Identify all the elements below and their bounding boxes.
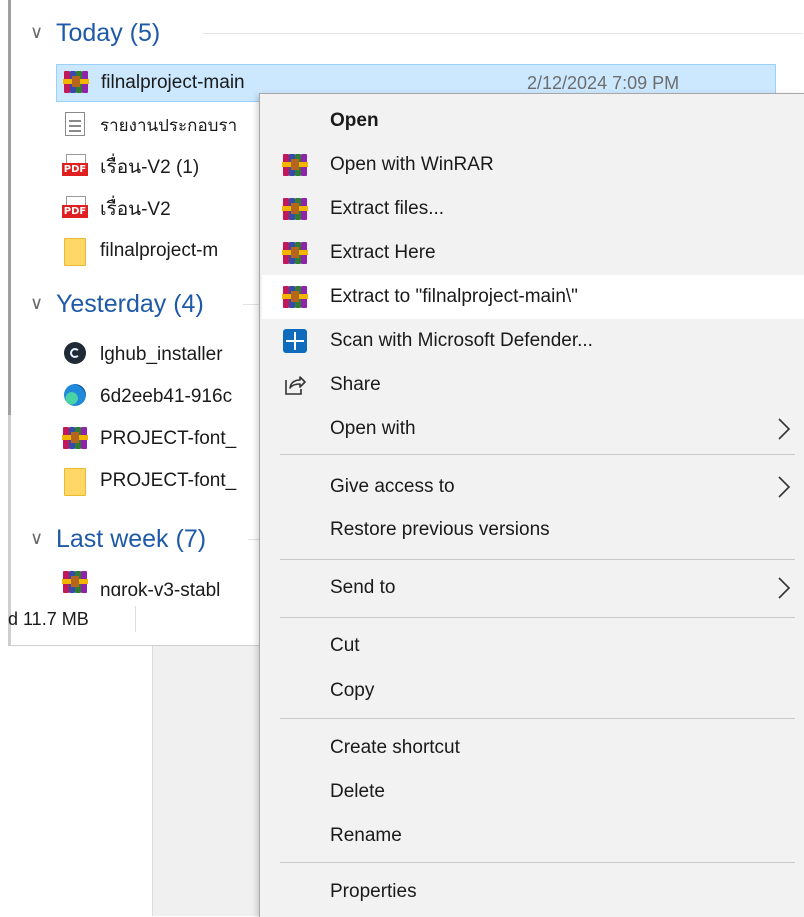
share-icon bbox=[282, 373, 308, 397]
menu-item-label: Open with WinRAR bbox=[330, 154, 494, 175]
winrar-icon bbox=[282, 285, 308, 309]
menu-item-label: Properties bbox=[330, 881, 417, 902]
menu-item-copy[interactable]: Copy bbox=[262, 669, 804, 713]
chevron-down-icon: ∨ bbox=[30, 527, 44, 548]
context-menu: Open Open with WinRAR Extract files... E… bbox=[259, 93, 804, 917]
file-name: ngrok-v3-stabl bbox=[100, 580, 221, 596]
winrar-icon bbox=[62, 426, 92, 452]
file-name: รายงานประกอบรา bbox=[100, 115, 238, 135]
file-date: 2/12/2024 7:09 PM bbox=[527, 72, 680, 93]
group-label: Today (5) bbox=[56, 18, 161, 47]
menu-item-extract-to[interactable]: Extract to "filnalproject-main\" bbox=[262, 275, 804, 319]
menu-item-label: Restore previous versions bbox=[330, 519, 550, 540]
menu-item-restore-versions[interactable]: Restore previous versions bbox=[262, 508, 804, 552]
menu-item-cut[interactable]: Cut bbox=[262, 624, 804, 668]
text-document-icon bbox=[62, 112, 92, 138]
pdf-icon: PDF bbox=[62, 154, 92, 180]
group-label: Yesterday (4) bbox=[56, 289, 204, 318]
logitech-ghub-icon bbox=[62, 342, 92, 368]
group-header-yesterday[interactable]: ∨ Yesterday (4) bbox=[30, 286, 204, 322]
edge-icon bbox=[62, 384, 92, 410]
chevron-down-icon: ∨ bbox=[30, 21, 44, 42]
folder-icon bbox=[62, 238, 92, 266]
menu-item-extract-here[interactable]: Extract Here bbox=[262, 231, 804, 275]
menu-item-label: Open with bbox=[330, 418, 416, 439]
file-name: เรื่อน-V2 (1) bbox=[100, 157, 200, 178]
menu-item-open-with[interactable]: Open with bbox=[262, 407, 804, 451]
menu-item-properties[interactable]: Properties bbox=[262, 870, 804, 914]
menu-item-share[interactable]: Share bbox=[262, 363, 804, 407]
menu-item-scan-defender[interactable]: Scan with Microsoft Defender... bbox=[262, 319, 804, 363]
status-bar: d 11.7 MB bbox=[0, 598, 262, 640]
menu-item-label: Scan with Microsoft Defender... bbox=[330, 330, 593, 351]
menu-item-label: Copy bbox=[330, 680, 375, 701]
menu-separator bbox=[280, 559, 795, 560]
menu-item-delete[interactable]: Delete bbox=[262, 770, 804, 814]
menu-item-label: Send to bbox=[330, 577, 396, 598]
menu-item-label: Open bbox=[330, 110, 379, 131]
winrar-icon bbox=[282, 153, 308, 177]
menu-item-label: Cut bbox=[330, 635, 360, 656]
chevron-right-icon bbox=[773, 574, 795, 602]
group-header-today[interactable]: ∨ Today (5) bbox=[30, 15, 160, 51]
menu-item-open-with-winrar[interactable]: Open with WinRAR bbox=[262, 143, 804, 187]
status-size: d 11.7 MB bbox=[8, 608, 89, 629]
group-header-last-week[interactable]: ∨ Last week (7) bbox=[30, 521, 206, 557]
menu-item-label: Share bbox=[330, 374, 381, 395]
menu-item-label: Give access to bbox=[330, 476, 455, 497]
folder-icon bbox=[62, 468, 92, 496]
chevron-right-icon bbox=[773, 415, 795, 443]
defender-icon bbox=[282, 329, 308, 353]
menu-item-rename[interactable]: Rename bbox=[262, 814, 804, 858]
winrar-icon bbox=[282, 197, 308, 221]
menu-item-label: Extract to "filnalproject-main\" bbox=[330, 286, 578, 307]
file-name: lghub_installer bbox=[100, 344, 223, 365]
status-divider bbox=[135, 606, 136, 632]
menu-item-send-to[interactable]: Send to bbox=[262, 566, 804, 610]
menu-separator bbox=[280, 862, 795, 863]
background-window bbox=[152, 646, 260, 916]
menu-separator bbox=[280, 454, 795, 455]
file-name: 6d2eeb41-916c bbox=[100, 386, 233, 407]
group-divider bbox=[203, 33, 803, 34]
menu-item-give-access[interactable]: Give access to bbox=[262, 465, 804, 509]
file-name: filnalproject-m bbox=[100, 240, 219, 261]
winrar-icon bbox=[282, 241, 308, 265]
menu-item-extract-files[interactable]: Extract files... bbox=[262, 187, 804, 231]
menu-item-open[interactable]: Open bbox=[262, 99, 804, 143]
menu-separator bbox=[280, 718, 795, 719]
chevron-down-icon: ∨ bbox=[30, 292, 44, 313]
file-name: เรื่อน-V2 bbox=[100, 199, 171, 220]
menu-item-label: Extract Here bbox=[330, 242, 436, 263]
menu-item-label: Rename bbox=[330, 825, 402, 846]
menu-item-label: Extract files... bbox=[330, 198, 445, 219]
menu-item-label: Delete bbox=[330, 781, 385, 802]
file-name: PROJECT-font_ bbox=[100, 470, 237, 491]
file-name: filnalproject-main bbox=[101, 72, 245, 93]
menu-item-label: Create shortcut bbox=[330, 737, 460, 758]
chevron-right-icon bbox=[773, 473, 795, 501]
menu-separator bbox=[280, 617, 795, 618]
winrar-icon bbox=[63, 70, 93, 96]
group-label: Last week (7) bbox=[56, 524, 207, 553]
file-name: PROJECT-font_ bbox=[100, 428, 237, 449]
pdf-icon: PDF bbox=[62, 196, 92, 222]
vertical-scrollbar[interactable] bbox=[8, 0, 11, 415]
menu-item-create-shortcut[interactable]: Create shortcut bbox=[262, 726, 804, 770]
winrar-icon bbox=[62, 570, 92, 596]
